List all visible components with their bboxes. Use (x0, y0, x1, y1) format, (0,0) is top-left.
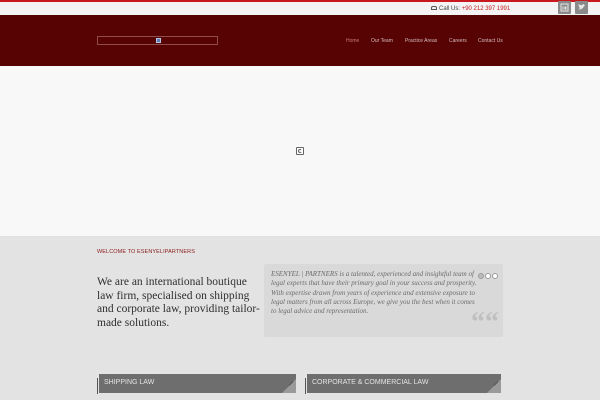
testimonial-box: ESENYEL | PARTNERS is a talented, experi… (264, 264, 503, 337)
nav-home[interactable]: Home (346, 38, 359, 45)
practice-card-label: SHIPPING LAW (104, 379, 155, 386)
top-bar: Call Us: +90 212 397 1991 (0, 0, 600, 15)
quote-mark-icon: ““ (471, 307, 499, 338)
practice-card-corporate[interactable]: CORPORATE & COMMERCIAL LAW (307, 374, 501, 393)
card-divider (97, 378, 98, 394)
testimonial-text: ESENYEL | PARTNERS is a talented, experi… (271, 270, 477, 316)
site-header (0, 15, 600, 66)
intro-headline: We are an international boutique law fir… (97, 276, 260, 329)
call-number[interactable]: +90 212 397 1991 (462, 6, 511, 12)
nav-careers[interactable]: Careers (449, 38, 467, 45)
logo[interactable] (97, 36, 218, 45)
testimonial-pager (478, 266, 499, 284)
twitter-icon[interactable] (575, 1, 588, 14)
practice-card-shipping[interactable]: SHIPPING LAW (99, 374, 296, 393)
pager-dot[interactable] (478, 273, 484, 279)
linkedin-icon[interactable] (558, 1, 571, 14)
practice-card-label: CORPORATE & COMMERCIAL LAW (312, 379, 429, 386)
nav-practice-areas[interactable]: Practice Areas (405, 38, 437, 45)
loading-icon (296, 147, 304, 155)
pager-dot-active[interactable] (485, 273, 491, 279)
welcome-heading: WELCOME TO ESENYELIPARTNERS (97, 249, 195, 255)
pager-dot[interactable] (492, 273, 498, 279)
call-us: Call Us: +90 212 397 1991 (431, 5, 510, 13)
corner-fold-icon (282, 379, 296, 393)
nav-our-team[interactable]: Our Team (371, 38, 393, 45)
nav-contact-us[interactable]: Contact Us (478, 38, 503, 45)
card-divider (305, 378, 306, 394)
call-label: Call Us: (439, 6, 461, 12)
logo-image-icon (156, 38, 161, 43)
phone-icon (431, 6, 437, 11)
corner-fold-icon (487, 379, 501, 393)
